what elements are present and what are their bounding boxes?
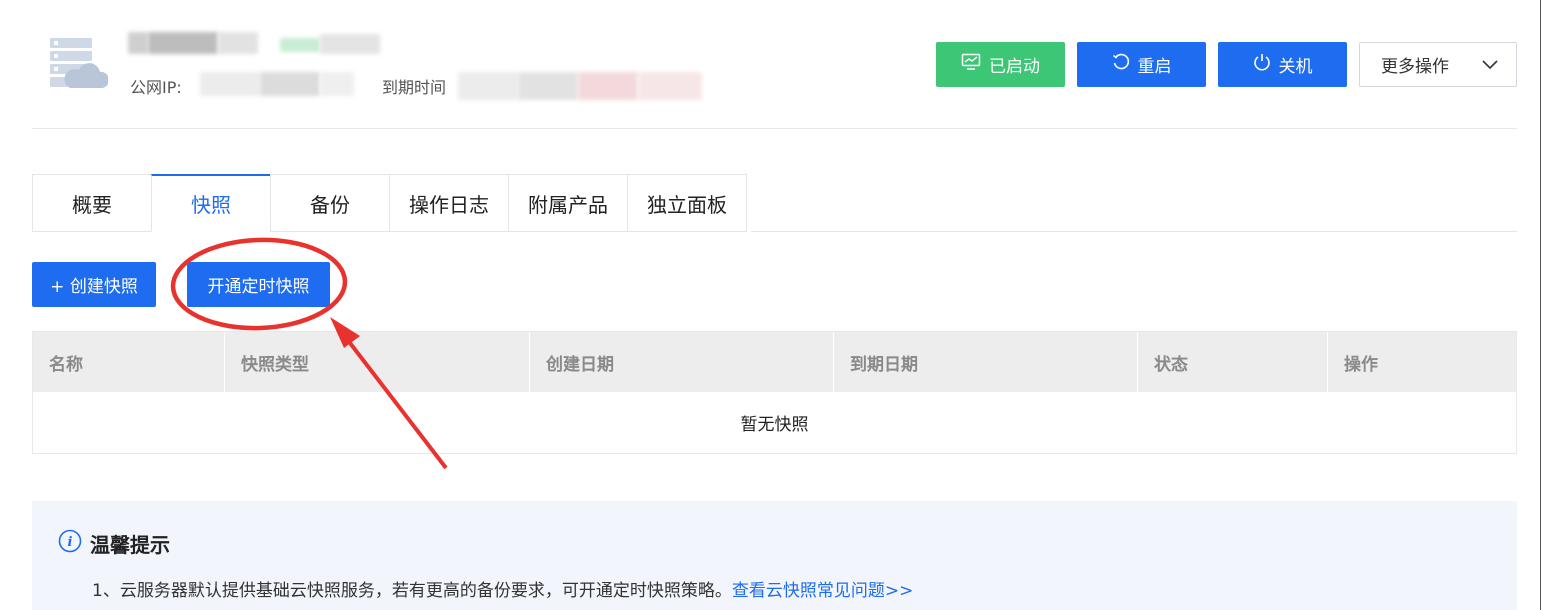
- monitor-icon: [961, 53, 981, 76]
- tab-snapshot[interactable]: 快照: [151, 174, 271, 232]
- restart-icon: [1112, 53, 1130, 76]
- restart-label: 重启: [1137, 57, 1172, 77]
- server-cloud-icon: [48, 36, 110, 92]
- snapshot-table: 名称 快照类型 创建日期 到期日期 状态 操作 暂无快照: [32, 331, 1517, 454]
- started-status-button[interactable]: 已启动: [936, 42, 1065, 87]
- server-actions: 已启动 重启 关机 更多操作: [936, 42, 1517, 87]
- chevron-down-icon: [1482, 55, 1498, 75]
- info-icon: i: [58, 529, 82, 558]
- column-created-date: 创建日期: [530, 332, 834, 392]
- column-actions: 操作: [1344, 354, 1378, 375]
- detail-tabs: 概要 快照 备份 操作日志 附属产品 独立面板: [32, 174, 747, 232]
- tab-operation-log[interactable]: 操作日志: [389, 174, 509, 232]
- expire-time-label: 到期时间: [382, 78, 447, 97]
- tab-standalone-panel[interactable]: 独立面板: [627, 174, 747, 232]
- column-status: 状态: [1138, 332, 1328, 392]
- more-actions-dropdown[interactable]: 更多操作: [1359, 42, 1517, 87]
- svg-text:i: i: [68, 535, 73, 550]
- table-header: 名称 快照类型 创建日期 到期日期 状态 操作: [33, 332, 1516, 392]
- column-expire-date: 到期日期: [834, 332, 1138, 392]
- restart-button[interactable]: 重启: [1077, 42, 1206, 87]
- started-label: 已启动: [989, 57, 1040, 77]
- server-name-redacted: [128, 28, 388, 56]
- empty-state: 暂无快照: [740, 415, 809, 435]
- power-icon: [1253, 53, 1271, 76]
- tips-title: i 温馨提示: [58, 529, 170, 558]
- tips-line-text: 1、云服务器默认提供基础云快照服务，若有更高的备份要求，可开通定时快照策略。: [92, 581, 732, 601]
- tab-attached-products[interactable]: 附属产品: [508, 174, 628, 232]
- tab-backup[interactable]: 备份: [270, 174, 390, 232]
- shutdown-button[interactable]: 关机: [1218, 42, 1347, 87]
- enable-timed-snapshot-button[interactable]: 开通定时快照: [187, 262, 330, 307]
- public-ip-value-redacted: [200, 70, 355, 98]
- tips-line-1: 1、云服务器默认提供基础云快照服务，若有更高的备份要求，可开通定时快照策略。查看…: [92, 576, 913, 601]
- expire-time-value-redacted: [458, 70, 703, 102]
- column-name: 名称: [33, 332, 225, 392]
- tabs-divider: [751, 231, 1517, 232]
- shutdown-label: 关机: [1278, 57, 1313, 77]
- header-divider: [32, 128, 1517, 129]
- column-snapshot-type: 快照类型: [225, 332, 530, 392]
- create-snapshot-button[interactable]: + 创建快照: [32, 262, 156, 307]
- snapshot-faq-link[interactable]: 查看云快照常见问题>>: [732, 581, 914, 601]
- public-ip-label: 公网IP:: [130, 78, 182, 97]
- more-actions-label: 更多操作: [1381, 57, 1449, 77]
- tab-overview[interactable]: 概要: [32, 174, 152, 232]
- tips-title-text: 温馨提示: [90, 533, 170, 557]
- tips-panel: i 温馨提示 1、云服务器默认提供基础云快照服务，若有更高的备份要求，可开通定时…: [32, 501, 1517, 610]
